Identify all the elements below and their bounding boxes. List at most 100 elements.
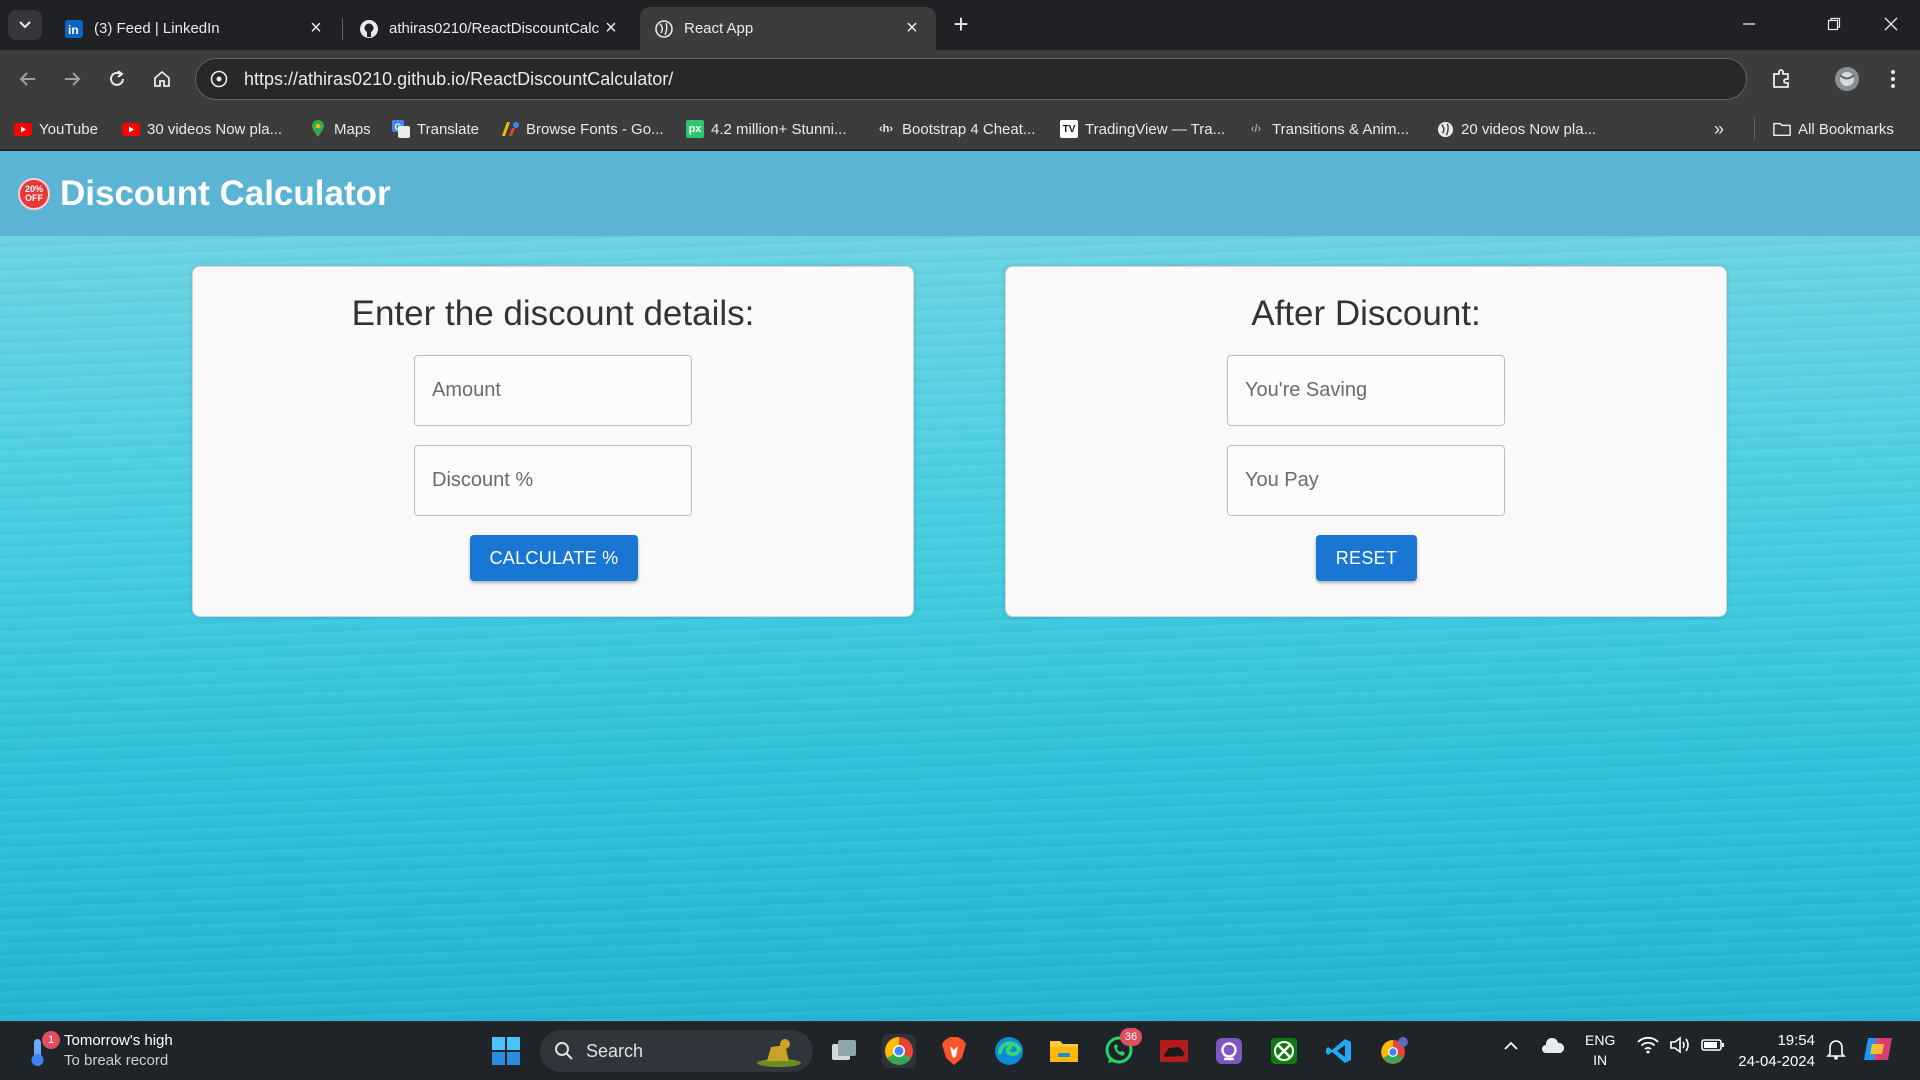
taskbar-vscode[interactable] (1322, 1034, 1356, 1068)
bookmark-maps[interactable]: Maps (309, 118, 371, 140)
saving-output-field[interactable] (1227, 355, 1505, 426)
more-vert-icon (1891, 70, 1895, 88)
weather-title: Tomorrow's high (64, 1032, 173, 1049)
calculate-button[interactable]: CALCULATE % (470, 535, 638, 581)
language-indicator[interactable]: ENG IN (1585, 1030, 1615, 1070)
bookmark-label: Maps (334, 120, 371, 138)
weather-widget[interactable]: 1 Tomorrow's high To break record (26, 1031, 173, 1071)
all-bookmarks-button[interactable]: All Bookmarks (1773, 118, 1894, 140)
task-view-button[interactable] (827, 1034, 861, 1068)
amount-input[interactable] (414, 355, 692, 426)
taskbar-brave[interactable] (937, 1034, 971, 1068)
chevron-up-icon (1504, 1041, 1518, 1050)
clock-date: 24-04-2024 (1738, 1053, 1815, 1070)
page-content: 20% OFF Discount Calculator Enter the di… (0, 151, 1920, 1021)
chrome-icon (1381, 1037, 1408, 1064)
reset-button[interactable]: RESET (1316, 535, 1417, 581)
bookmark-label: All Bookmarks (1798, 120, 1894, 138)
taskbar-chrome-profile[interactable] (1377, 1034, 1411, 1068)
bookmark-videos[interactable]: 20 videos Now pla... (1436, 118, 1596, 140)
svg-text:in: in (68, 23, 79, 37)
home-button[interactable] (145, 62, 179, 96)
profile-button[interactable] (1830, 62, 1864, 96)
chrome-icon (885, 1037, 913, 1065)
search-label: Search (586, 1040, 644, 1061)
search-icon (555, 1042, 573, 1060)
vscode-icon (1326, 1039, 1351, 1063)
taskbar-file-explorer[interactable] (1047, 1034, 1081, 1068)
url-text: https://athiras0210.github.io/ReactDisco… (244, 68, 674, 89)
start-button[interactable] (489, 1034, 523, 1068)
system-clock[interactable]: 19:54 24-04-2024 (1735, 1030, 1815, 1072)
bookmark-youtube-playlist[interactable]: 30 videos Now pla... (122, 118, 282, 140)
close-icon[interactable]: × (601, 17, 621, 39)
result-card-heading: After Discount: (1251, 294, 1481, 333)
reload-button[interactable] (100, 62, 134, 96)
restore-icon (1827, 17, 1841, 31)
menu-button[interactable] (1876, 62, 1910, 96)
minimize-button[interactable] (1720, 0, 1778, 48)
folder-icon (1773, 120, 1791, 138)
pay-output-field[interactable] (1227, 445, 1505, 516)
edge-icon (995, 1037, 1023, 1065)
bookmark-transitions[interactable]: ‹/› Transitions & Anim... (1247, 118, 1409, 140)
tab-github[interactable]: athiras0210/ReactDiscountCalc × (345, 7, 635, 50)
tab-search-button[interactable] (8, 10, 42, 40)
github-icon (359, 19, 379, 39)
onedrive-button[interactable] (1541, 1037, 1565, 1058)
tab-strip: in (3) Feed | LinkedIn × athiras0210/Rea… (0, 0, 1920, 50)
close-window-button[interactable] (1862, 0, 1920, 48)
tab-react-app[interactable]: React App × (640, 7, 936, 50)
discount-percent-input[interactable] (414, 445, 692, 516)
bookmarks-separator (1754, 118, 1755, 140)
taskbar-app-red[interactable] (1157, 1034, 1191, 1068)
site-info-icon[interactable] (208, 68, 230, 90)
taskbar-whatsapp[interactable]: 36 (1102, 1028, 1142, 1068)
google-fonts-icon (501, 120, 519, 138)
restore-button[interactable] (1805, 0, 1863, 48)
result-card: After Discount: RESET (1005, 266, 1727, 617)
app-header: 20% OFF Discount Calculator (0, 151, 1920, 236)
close-icon (1884, 17, 1898, 31)
bootstrap-icon: ‹h› (878, 123, 894, 135)
taskbar-edge[interactable] (992, 1034, 1026, 1068)
notifications-button[interactable] (1826, 1038, 1846, 1064)
bookmark-bootstrap[interactable]: ‹h› Bootstrap 4 Cheat... (877, 118, 1035, 140)
bookmark-translate[interactable]: G Translate (392, 118, 479, 140)
bookmark-label: Translate (417, 120, 479, 138)
bookmark-tradingview[interactable]: TV TradingView — Tra... (1060, 118, 1225, 140)
bookmark-google-fonts[interactable]: Browse Fonts - Go... (501, 118, 664, 140)
more-bookmarks-button[interactable]: » (1714, 118, 1724, 140)
bookmark-label: TradingView — Tra... (1085, 120, 1226, 138)
close-icon[interactable]: × (306, 17, 326, 39)
close-icon[interactable]: × (902, 17, 922, 39)
taskbar-chrome[interactable] (882, 1034, 916, 1068)
quick-settings-button[interactable] (1637, 1036, 1725, 1054)
pixabay-icon: px (686, 120, 704, 138)
copilot-button[interactable] (1862, 1034, 1894, 1068)
extensions-button[interactable] (1764, 62, 1798, 96)
taskbar-app-purple[interactable] (1212, 1034, 1246, 1068)
bookmark-youtube[interactable]: YouTube (14, 118, 98, 140)
region-line: IN (1593, 1052, 1608, 1068)
wifi-icon (1637, 1036, 1659, 1054)
address-bar[interactable]: https://athiras0210.github.io/ReactDisco… (195, 58, 1747, 100)
youtube-icon (122, 120, 140, 138)
tab-title: athiras0210/ReactDiscountCalc (389, 20, 600, 37)
tab-linkedin[interactable]: in (3) Feed | LinkedIn × (50, 7, 340, 50)
new-tab-button[interactable]: + (948, 11, 974, 38)
home-icon (154, 70, 170, 87)
back-button[interactable] (11, 62, 45, 96)
taskbar-xbox[interactable] (1267, 1034, 1301, 1068)
tab-title: React App (684, 20, 754, 37)
bookmark-pixabay[interactable]: px 4.2 million+ Stunni... (686, 118, 847, 140)
forward-button[interactable] (55, 62, 89, 96)
tradingview-icon: TV (1060, 120, 1078, 138)
input-card-heading: Enter the discount details: (351, 294, 755, 333)
battery-icon (1701, 1039, 1724, 1051)
show-hidden-icons-button[interactable] (1503, 1038, 1519, 1058)
globe-icon (654, 19, 674, 39)
bell-snooze-icon (1826, 1040, 1846, 1060)
bookmark-label: YouTube (39, 120, 98, 138)
taskbar-search[interactable]: Search (540, 1030, 813, 1072)
